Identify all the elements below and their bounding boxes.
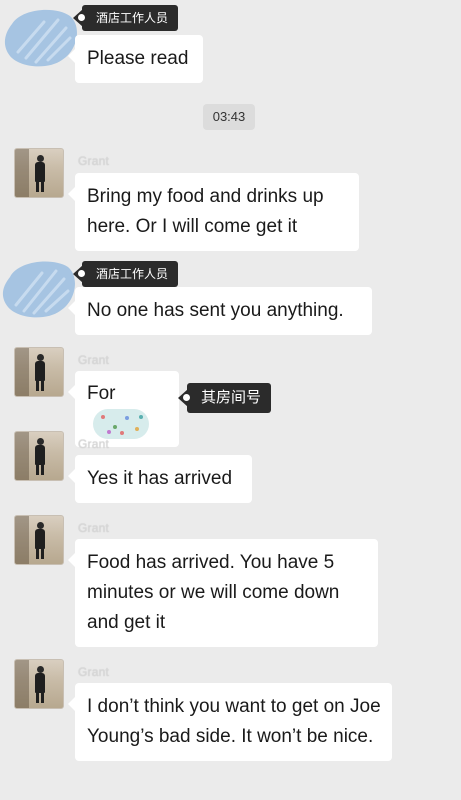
time-divider: 03:43	[203, 104, 255, 130]
message-bubble[interactable]: I don’t think you want to get on Joe You…	[68, 683, 392, 761]
message-text: For	[87, 383, 116, 404]
sender-name: Grant	[78, 154, 110, 168]
sender-name: Grant	[78, 437, 110, 451]
message-text: No one has sent you anything.	[87, 300, 344, 321]
redacted-sticker-icon	[93, 409, 149, 440]
message-bubble[interactable]: Yes it has arrived	[68, 455, 252, 503]
message-bubble[interactable]: Food has arrived. You have 5 minutes or …	[68, 539, 378, 647]
tag-dot	[183, 394, 190, 401]
grant-avatar[interactable]	[14, 659, 64, 709]
sender-name: Grant	[78, 665, 110, 679]
staff-name-tag: 酒店工作人员	[72, 5, 179, 31]
message-text: Yes it has arrived	[87, 468, 233, 489]
message-bubble[interactable]: Please read	[68, 35, 203, 83]
grant-avatar[interactable]	[14, 347, 64, 397]
sender-name: Grant	[78, 353, 110, 367]
grant-avatar[interactable]	[14, 515, 64, 565]
message-bubble[interactable]: Bring my food and drinks up here. Or I w…	[68, 173, 359, 251]
sender-name: Grant	[78, 521, 110, 535]
message-text: Bring my food and drinks up here. Or I w…	[87, 186, 324, 237]
message-text: Food has arrived. You have 5 minutes or …	[87, 552, 340, 633]
tag-dot	[78, 270, 85, 277]
grant-avatar[interactable]	[14, 431, 64, 481]
sender-name: 酒店工作人员	[96, 11, 169, 25]
grant-avatar[interactable]	[14, 148, 64, 198]
message-text: I don’t think you want to get on Joe You…	[87, 696, 381, 747]
room-number-tag: 其房间号	[177, 383, 272, 413]
sender-name: 酒店工作人员	[96, 267, 169, 281]
message-bubble[interactable]: No one has sent you anything.	[68, 287, 372, 335]
message-text: Please read	[87, 48, 189, 69]
staff-avatar[interactable]	[4, 4, 84, 74]
room-number-label: 其房间号	[201, 389, 262, 406]
tag-dot	[78, 14, 85, 21]
message-bubble[interactable]: For	[68, 371, 179, 448]
staff-name-tag: 酒店工作人员	[72, 261, 179, 287]
